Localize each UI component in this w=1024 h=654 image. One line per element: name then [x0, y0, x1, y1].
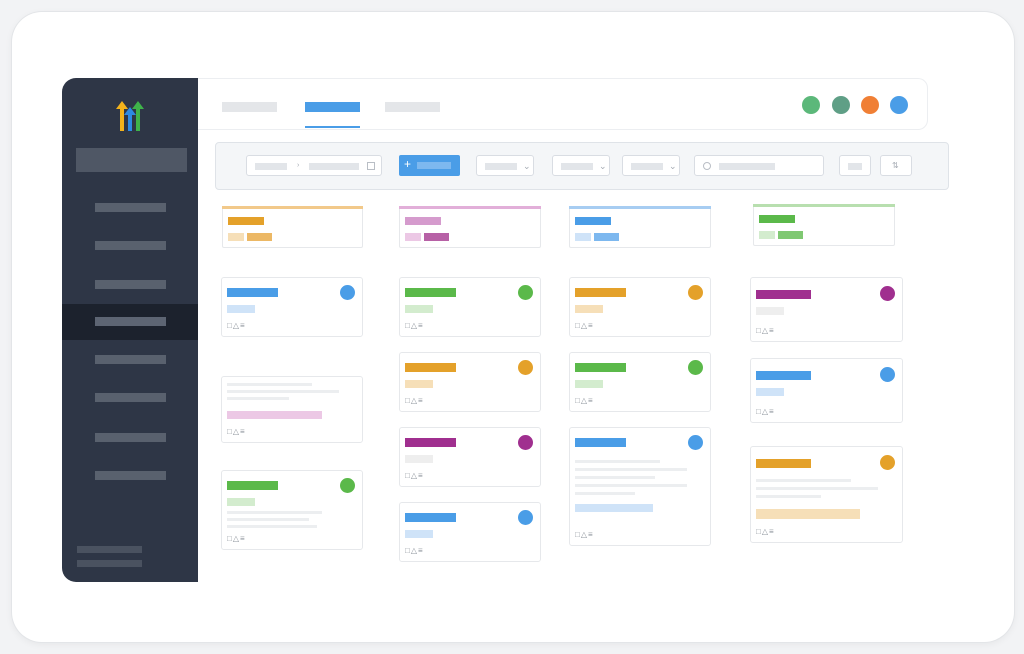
sidebar-item-4-active[interactable] — [62, 304, 198, 340]
task-card[interactable]: □△≡ — [221, 376, 363, 443]
search-input[interactable] — [694, 155, 824, 176]
sidebar-item-2[interactable] — [62, 228, 198, 264]
task-card[interactable]: □△≡ — [399, 502, 541, 562]
tab-active-underline — [305, 126, 360, 128]
task-card[interactable]: □△≡ — [399, 352, 541, 412]
card-action-icons: □△≡ — [575, 530, 594, 539]
task-card[interactable]: □△≡ — [569, 352, 711, 412]
column-header-3 — [569, 206, 711, 248]
sidebar-item-label — [95, 471, 166, 480]
sidebar-item-5[interactable] — [62, 342, 198, 378]
avatar — [340, 285, 355, 300]
sort-button[interactable]: ⇅ — [880, 155, 912, 176]
card-action-icons: □△≡ — [405, 546, 424, 555]
tab-1[interactable] — [222, 102, 277, 112]
avatar — [688, 435, 703, 450]
search-icon — [703, 162, 711, 170]
avatar — [518, 510, 533, 525]
tab-3[interactable] — [385, 102, 440, 112]
sidebar-item-8[interactable] — [62, 458, 198, 494]
chevron-down-icon: ⌄ — [599, 161, 607, 171]
avatar — [880, 286, 895, 301]
status-dot-green[interactable] — [802, 96, 820, 114]
avatar — [340, 478, 355, 493]
sidebar-item-label — [95, 241, 166, 250]
avatar — [688, 360, 703, 375]
card-action-icons: □△≡ — [405, 471, 424, 480]
sidebar-item-label — [95, 317, 166, 326]
task-card[interactable]: □△≡ — [569, 427, 711, 546]
avatar — [880, 455, 895, 470]
card-action-icons: □△≡ — [405, 396, 424, 405]
avatar — [518, 435, 533, 450]
sidebar-item-7[interactable] — [62, 420, 198, 456]
sort-icon: ⇅ — [892, 161, 899, 170]
avatar — [688, 285, 703, 300]
filter-dropdown-1[interactable]: ⌄ — [476, 155, 534, 176]
avatar — [518, 360, 533, 375]
status-dot-teal[interactable] — [832, 96, 850, 114]
card-action-icons: □△≡ — [227, 427, 246, 436]
sidebar-search[interactable] — [76, 148, 187, 172]
chevron-down-icon: ⌄ — [523, 161, 531, 171]
card-action-icons: □△≡ — [227, 534, 246, 543]
task-card[interactable]: □△≡ — [399, 277, 541, 337]
sidebar-footer-line — [77, 560, 142, 567]
task-card[interactable]: □△≡ — [221, 470, 363, 550]
sidebar-item-1[interactable] — [62, 190, 198, 226]
card-action-icons: □△≡ — [756, 326, 775, 335]
task-card[interactable]: □△≡ — [399, 427, 541, 487]
task-card[interactable]: □△≡ — [569, 277, 711, 337]
card-action-icons: □△≡ — [227, 321, 246, 330]
view-toggle-button[interactable] — [839, 155, 871, 176]
task-card[interactable]: □△≡ — [221, 277, 363, 337]
sidebar-item-label — [95, 393, 166, 402]
card-action-icons: □△≡ — [756, 527, 775, 536]
card-action-icons: □△≡ — [575, 321, 594, 330]
avatar — [518, 285, 533, 300]
task-card[interactable]: □△≡ — [750, 277, 903, 342]
sidebar-item-label — [95, 203, 166, 212]
calendar-icon — [367, 162, 375, 170]
card-action-icons: □△≡ — [405, 321, 424, 330]
sidebar-item-label — [95, 280, 166, 289]
sidebar-item-3[interactable] — [62, 267, 198, 303]
column-header-4 — [753, 204, 895, 246]
add-button-label — [417, 162, 451, 169]
sidebar-item-label — [95, 433, 166, 442]
arrows-logo-icon — [116, 101, 144, 131]
chevron-down-icon: ⌄ — [669, 161, 677, 171]
filter-dropdown-2[interactable]: ⌄ — [552, 155, 610, 176]
add-button[interactable]: + — [399, 155, 460, 176]
column-header-2 — [399, 206, 541, 248]
status-dot-orange[interactable] — [861, 96, 879, 114]
status-dot-blue[interactable] — [890, 96, 908, 114]
avatar — [880, 367, 895, 382]
column-header-1 — [222, 206, 363, 248]
task-card[interactable]: □△≡ — [750, 358, 903, 423]
card-action-icons: □△≡ — [575, 396, 594, 405]
sidebar-item-6[interactable] — [62, 380, 198, 416]
sidebar-item-label — [95, 355, 166, 364]
card-action-icons: □△≡ — [756, 407, 775, 416]
filter-dropdown-3[interactable]: ⌄ — [622, 155, 680, 176]
date-range-field[interactable]: › — [246, 155, 382, 176]
task-card[interactable]: □△≡ — [750, 446, 903, 543]
plus-icon: + — [404, 157, 412, 171]
sidebar-footer-line — [77, 546, 142, 553]
tab-2-active[interactable] — [305, 102, 360, 112]
